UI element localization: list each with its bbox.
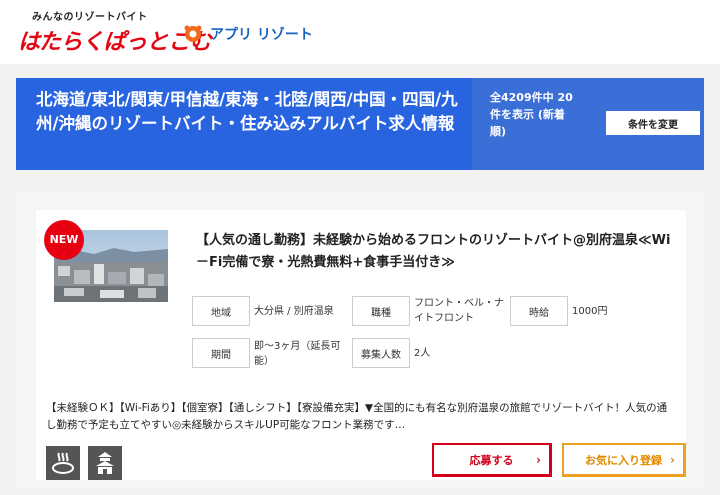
- period-label: 期間: [192, 338, 250, 368]
- site-logo[interactable]: みんなのリゾートバイト はたらくぱっとこむ: [18, 8, 212, 56]
- new-badge: NEW: [44, 220, 84, 260]
- job-card: NEW 【人気の通し勤務】未経験から始めるフロントのリゾートバイト@別府温泉≪W…: [16, 192, 704, 488]
- app-resort-link[interactable]: アプリ リゾート: [182, 22, 313, 46]
- add-favorite-label: お気に入り登録: [585, 453, 662, 467]
- hot-spring-icon: [46, 446, 80, 480]
- area-label: 地域: [192, 296, 250, 326]
- app-logo-icon: [184, 25, 202, 42]
- result-count: 全4209件中 20件を表示 (新着順): [490, 91, 573, 138]
- job-card-body[interactable]: NEW 【人気の通し勤務】未経験から始めるフロントのリゾートバイト@別府温泉≪W…: [36, 210, 686, 480]
- change-conditions-button[interactable]: 条件を変更: [606, 111, 700, 135]
- site-header: みんなのリゾートバイト はたらくぱっとこむ アプリ リゾート: [0, 0, 720, 64]
- logo-tagline: みんなのリゾートバイト: [32, 12, 148, 23]
- apply-button-label: 応募する: [469, 453, 514, 467]
- ryokan-icon: [88, 446, 122, 480]
- add-favorite-button[interactable]: お気に入り登録 ›: [562, 443, 686, 477]
- wage-label: 時給: [510, 296, 568, 326]
- page-title: 北海道/東北/関東/甲信越/東海・北陸/関西/中国・四国/九州/沖縄のリゾートバ…: [36, 90, 458, 133]
- job-title-link[interactable]: 【人気の通し勤務】未経験から始めるフロントのリゾートバイト@別府温泉≪Wi－Fi…: [196, 230, 676, 274]
- apply-button[interactable]: 応募する ›: [432, 443, 552, 477]
- period-value: 即〜3ヶ月（延長可能）: [254, 341, 341, 367]
- recruit-count-label: 募集人数: [352, 338, 410, 368]
- job-description: 【未経験ＯＫ】【Wi-Fiあり】【個室寮】【通しシフト】【寮設備充実】▼全国的に…: [46, 402, 668, 431]
- job-type-value: フロント・ベル・ナイトフロント: [414, 298, 504, 324]
- app-resort-label: アプリ リゾート: [210, 27, 313, 43]
- area-value: 大分県 / 別府温泉: [254, 306, 334, 317]
- chevron-right-icon: ›: [536, 453, 541, 467]
- wage-value: 1000円: [572, 306, 608, 317]
- recruit-count-value: 2人: [414, 348, 431, 359]
- chevron-right-icon: ›: [670, 453, 675, 467]
- job-type-label: 職種: [352, 296, 410, 326]
- result-summary: 全4209件中 20件を表示 (新着順) 条件を変更: [472, 78, 704, 170]
- search-result-banner: 北海道/東北/関東/甲信越/東海・北陸/関西/中国・四国/九州/沖縄のリゾートバ…: [16, 78, 704, 170]
